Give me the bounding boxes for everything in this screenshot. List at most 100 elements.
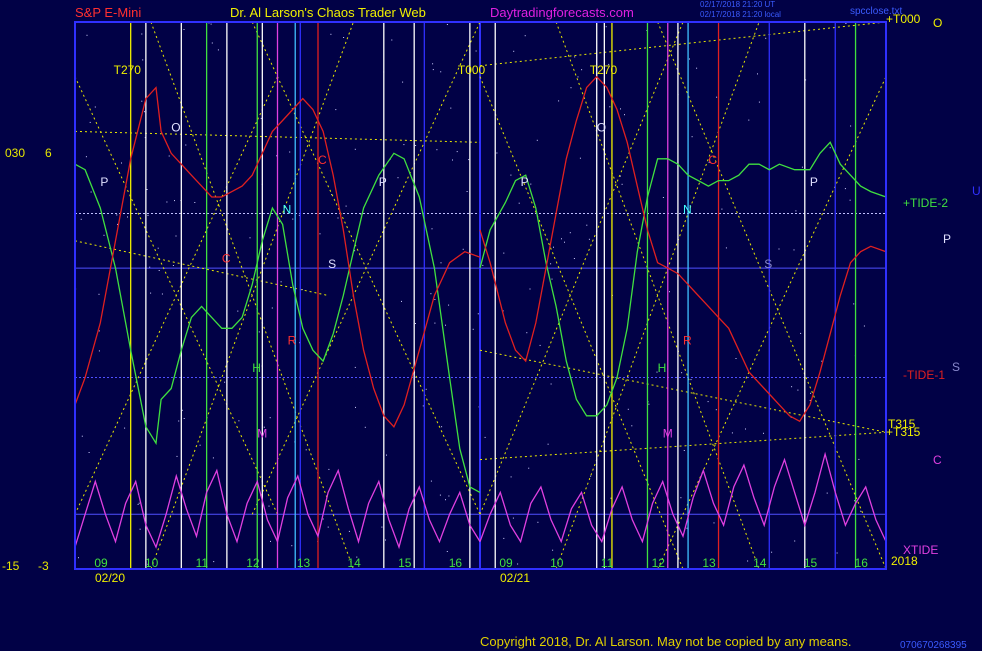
star [621,183,623,185]
star [430,480,432,482]
star [343,37,345,38]
x-tick-label: 13 [702,556,716,570]
x-tick-label: 16 [449,556,463,570]
star [627,408,629,410]
star [731,432,733,434]
star [456,151,458,153]
star [402,81,404,83]
marker-label: M [257,427,267,441]
right-label-tide2: +TIDE-2 [903,196,949,210]
star [690,379,692,381]
star [517,563,519,565]
star [829,147,831,149]
star [434,322,436,324]
marker-label: P [521,175,529,189]
star [238,420,240,422]
right-label-u: U [972,184,981,198]
star [224,381,226,383]
star [381,526,383,528]
site-title: Dr. Al Larson's Chaos Trader Web [230,5,426,20]
star [484,436,486,438]
star [771,551,773,553]
star [181,409,183,411]
star [836,552,838,554]
star [858,458,860,460]
star [683,450,685,451]
star [524,35,526,37]
star [330,33,332,35]
x-tick-label: 10 [145,556,159,570]
star [430,293,432,295]
star [355,406,356,408]
x-tick-label: 11 [601,556,614,570]
star [757,73,758,75]
diagonal-line [479,76,684,570]
star [853,303,855,305]
star [547,443,549,445]
series-tide1-day2 [479,75,887,423]
star [213,561,215,563]
star [292,218,294,220]
star [860,510,862,512]
star [581,69,583,71]
star [747,560,749,562]
star [175,235,177,237]
star [422,405,424,407]
star [436,149,438,151]
star [795,210,797,212]
star [183,418,185,419]
star [185,144,187,146]
star [121,162,122,164]
star [745,428,746,430]
star [137,503,139,505]
star [797,389,799,391]
star [138,502,140,504]
star [364,426,366,428]
star [146,189,148,190]
star [669,291,670,293]
star [268,505,270,507]
star [605,26,607,28]
star [477,313,479,315]
marker-label: N [283,202,292,216]
star [142,59,144,61]
star [528,467,530,469]
star [305,449,307,451]
star [512,517,514,519]
star [270,540,271,542]
star [450,107,452,109]
diagonal-line [479,21,887,67]
x-tick-label: 14 [347,556,361,570]
star [210,23,212,25]
site-url[interactable]: Daytradingforecasts.com [490,5,634,20]
diagonal-line [479,349,887,433]
right-label-s: S [952,360,961,374]
star [335,109,337,111]
marker-label: H [252,361,261,375]
left-scale-bottom-a: -15 [2,559,20,573]
x-tick-label: 14 [753,556,767,570]
star [530,183,532,185]
star [147,214,149,216]
star [801,166,803,168]
star [620,108,621,110]
star [765,37,767,39]
star [713,522,715,524]
star [552,549,554,551]
star [260,117,262,119]
star [445,324,446,326]
star [354,366,356,368]
corner-number: 070670268395 [900,640,967,651]
star [791,386,793,388]
x-tick-label: 16 [855,556,869,570]
star [503,537,505,539]
star [172,265,174,266]
star [510,476,512,478]
x-tick-label: 10 [550,556,564,570]
star [691,136,693,138]
star [570,87,572,89]
star [448,304,450,306]
star [127,216,128,218]
star [98,293,100,295]
star [748,119,750,121]
